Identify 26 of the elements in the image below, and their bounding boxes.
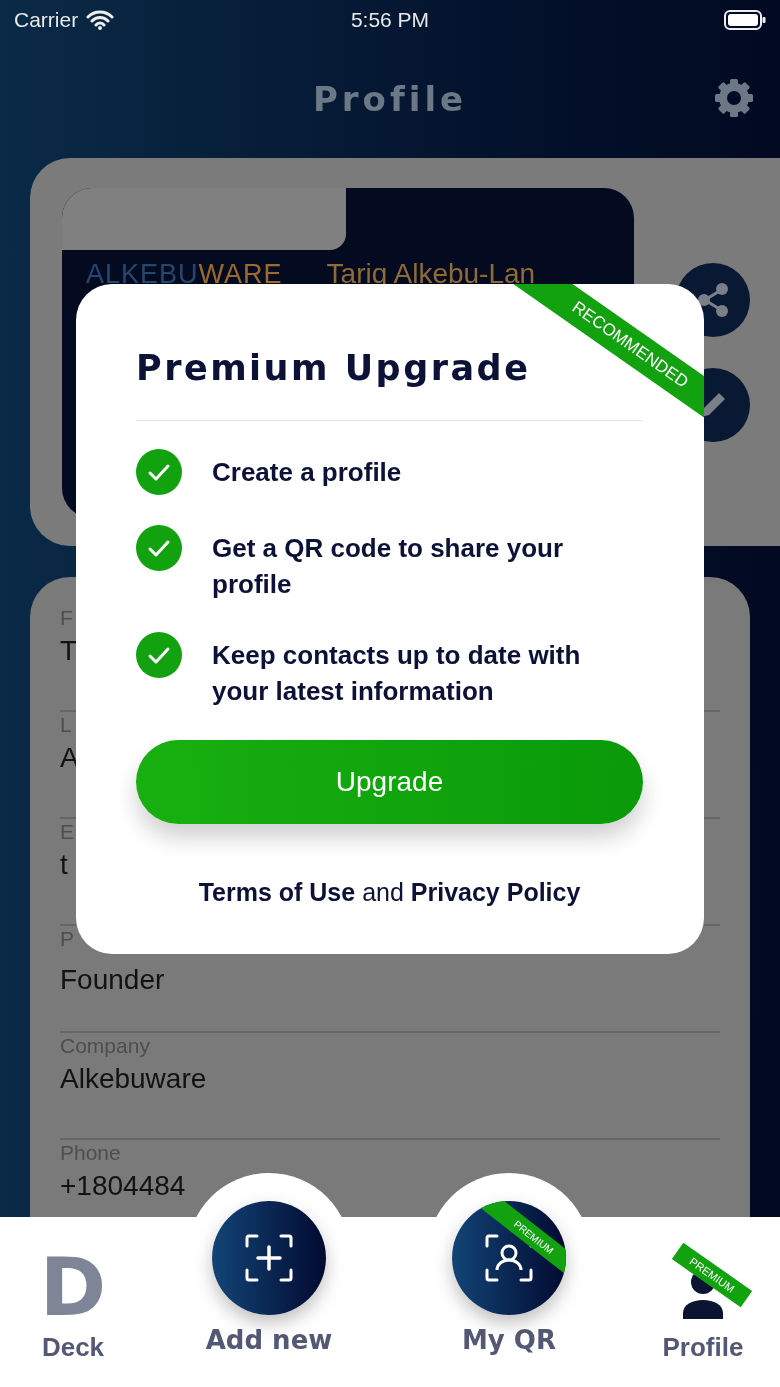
tab[interactable]: D Deck <box>0 1217 146 1387</box>
card-name: Tariq Alkebu-Lan <box>326 258 536 290</box>
privacy-link[interactable]: Privacy Policy <box>410 878 581 906</box>
tab-label[interactable]: My QR <box>462 1325 556 1355</box>
field-value[interactable]: Alkebuware <box>60 1061 207 1097</box>
tab-label[interactable]: Add new <box>205 1325 333 1355</box>
battery-icon <box>724 10 766 30</box>
deck-logo: D <box>39 1257 107 1319</box>
wifi-icon <box>86 10 115 30</box>
share-icon <box>696 281 730 319</box>
brand-logo: ALKEBUWARE <box>86 258 283 290</box>
field-value[interactable]: Founder <box>60 962 165 998</box>
field-value[interactable]: +1804484 <box>60 1168 186 1204</box>
field-value[interactable]: T <box>60 633 78 669</box>
terms-link[interactable]: Terms of Use <box>198 878 356 906</box>
scan-plus-icon <box>243 1232 295 1284</box>
feature-text: Create a profile <box>212 456 402 489</box>
feature-text: Get a QR code to share your profile <box>212 532 565 601</box>
screen-title: Profile <box>312 79 468 119</box>
settings-icon[interactable] <box>714 78 754 118</box>
carrier-text: Carrier <box>14 8 79 32</box>
clock-text: 5:56 PM <box>350 8 430 32</box>
feature-text: Keep contacts up to date with your latest information <box>212 639 582 708</box>
legal-text: Terms of Use and Privacy Policy <box>197 877 582 908</box>
field-value[interactable]: t <box>60 847 68 883</box>
upgrade-button[interactable]: Upgrade <box>136 740 643 824</box>
